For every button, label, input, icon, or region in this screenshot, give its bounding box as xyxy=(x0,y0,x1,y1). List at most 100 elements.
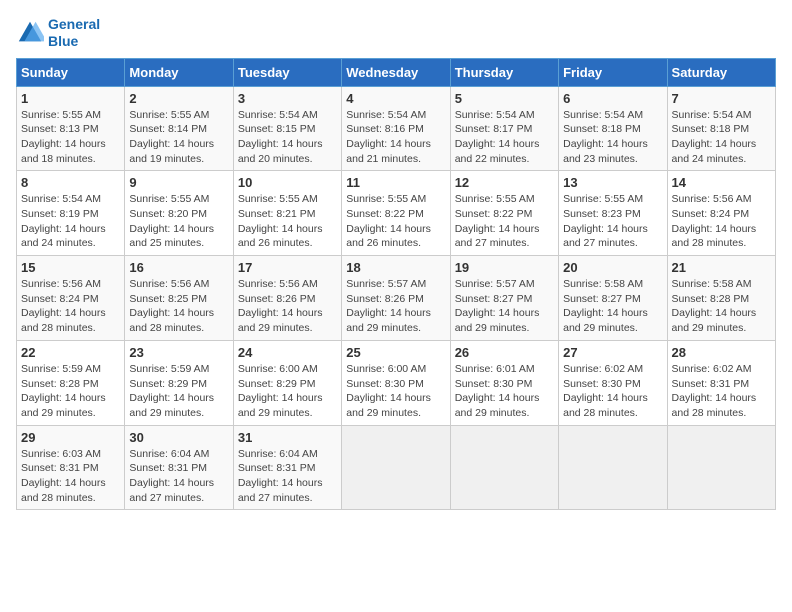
day-info: Sunrise: 5:55 AMSunset: 8:20 PMDaylight:… xyxy=(129,192,228,251)
calendar-cell: 23 Sunrise: 5:59 AMSunset: 8:29 PMDaylig… xyxy=(125,340,233,425)
calendar-cell: 30 Sunrise: 6:04 AMSunset: 8:31 PMDaylig… xyxy=(125,425,233,510)
day-number: 7 xyxy=(672,91,771,106)
calendar-cell: 8 Sunrise: 5:54 AMSunset: 8:19 PMDayligh… xyxy=(17,171,125,256)
day-info: Sunrise: 5:55 AMSunset: 8:13 PMDaylight:… xyxy=(21,108,120,167)
day-number: 14 xyxy=(672,175,771,190)
calendar-week-1: 1 Sunrise: 5:55 AMSunset: 8:13 PMDayligh… xyxy=(17,86,776,171)
calendar-cell: 12 Sunrise: 5:55 AMSunset: 8:22 PMDaylig… xyxy=(450,171,558,256)
day-info: Sunrise: 5:55 AMSunset: 8:22 PMDaylight:… xyxy=(455,192,554,251)
day-number: 28 xyxy=(672,345,771,360)
day-info: Sunrise: 6:00 AMSunset: 8:29 PMDaylight:… xyxy=(238,362,337,421)
calendar-cell: 11 Sunrise: 5:55 AMSunset: 8:22 PMDaylig… xyxy=(342,171,450,256)
day-info: Sunrise: 6:04 AMSunset: 8:31 PMDaylight:… xyxy=(129,447,228,506)
calendar-cell: 20 Sunrise: 5:58 AMSunset: 8:27 PMDaylig… xyxy=(559,256,667,341)
day-info: Sunrise: 6:01 AMSunset: 8:30 PMDaylight:… xyxy=(455,362,554,421)
day-info: Sunrise: 5:54 AMSunset: 8:17 PMDaylight:… xyxy=(455,108,554,167)
calendar-cell: 1 Sunrise: 5:55 AMSunset: 8:13 PMDayligh… xyxy=(17,86,125,171)
day-header-tuesday: Tuesday xyxy=(233,58,341,86)
day-info: Sunrise: 6:00 AMSunset: 8:30 PMDaylight:… xyxy=(346,362,445,421)
calendar-week-4: 22 Sunrise: 5:59 AMSunset: 8:28 PMDaylig… xyxy=(17,340,776,425)
day-info: Sunrise: 5:54 AMSunset: 8:18 PMDaylight:… xyxy=(672,108,771,167)
day-number: 31 xyxy=(238,430,337,445)
calendar-cell: 9 Sunrise: 5:55 AMSunset: 8:20 PMDayligh… xyxy=(125,171,233,256)
day-info: Sunrise: 5:58 AMSunset: 8:27 PMDaylight:… xyxy=(563,277,662,336)
day-info: Sunrise: 5:55 AMSunset: 8:21 PMDaylight:… xyxy=(238,192,337,251)
day-number: 29 xyxy=(21,430,120,445)
calendar-cell: 17 Sunrise: 5:56 AMSunset: 8:26 PMDaylig… xyxy=(233,256,341,341)
day-header-sunday: Sunday xyxy=(17,58,125,86)
calendar-cell: 15 Sunrise: 5:56 AMSunset: 8:24 PMDaylig… xyxy=(17,256,125,341)
logo: General Blue xyxy=(16,16,100,50)
day-info: Sunrise: 6:03 AMSunset: 8:31 PMDaylight:… xyxy=(21,447,120,506)
day-number: 22 xyxy=(21,345,120,360)
calendar-cell: 27 Sunrise: 6:02 AMSunset: 8:30 PMDaylig… xyxy=(559,340,667,425)
day-info: Sunrise: 6:02 AMSunset: 8:30 PMDaylight:… xyxy=(563,362,662,421)
calendar-header-row: SundayMondayTuesdayWednesdayThursdayFrid… xyxy=(17,58,776,86)
day-number: 21 xyxy=(672,260,771,275)
day-header-friday: Friday xyxy=(559,58,667,86)
calendar-cell: 3 Sunrise: 5:54 AMSunset: 8:15 PMDayligh… xyxy=(233,86,341,171)
day-number: 9 xyxy=(129,175,228,190)
day-header-thursday: Thursday xyxy=(450,58,558,86)
calendar-table: SundayMondayTuesdayWednesdayThursdayFrid… xyxy=(16,58,776,511)
day-info: Sunrise: 5:56 AMSunset: 8:24 PMDaylight:… xyxy=(672,192,771,251)
day-number: 10 xyxy=(238,175,337,190)
day-number: 19 xyxy=(455,260,554,275)
day-info: Sunrise: 5:57 AMSunset: 8:27 PMDaylight:… xyxy=(455,277,554,336)
calendar-cell: 31 Sunrise: 6:04 AMSunset: 8:31 PMDaylig… xyxy=(233,425,341,510)
day-info: Sunrise: 5:54 AMSunset: 8:15 PMDaylight:… xyxy=(238,108,337,167)
calendar-cell: 13 Sunrise: 5:55 AMSunset: 8:23 PMDaylig… xyxy=(559,171,667,256)
calendar-cell xyxy=(667,425,775,510)
day-header-wednesday: Wednesday xyxy=(342,58,450,86)
page-header: General Blue xyxy=(16,16,776,50)
calendar-week-2: 8 Sunrise: 5:54 AMSunset: 8:19 PMDayligh… xyxy=(17,171,776,256)
day-info: Sunrise: 5:59 AMSunset: 8:29 PMDaylight:… xyxy=(129,362,228,421)
calendar-cell: 21 Sunrise: 5:58 AMSunset: 8:28 PMDaylig… xyxy=(667,256,775,341)
day-info: Sunrise: 5:55 AMSunset: 8:14 PMDaylight:… xyxy=(129,108,228,167)
day-number: 15 xyxy=(21,260,120,275)
calendar-cell: 2 Sunrise: 5:55 AMSunset: 8:14 PMDayligh… xyxy=(125,86,233,171)
logo-text: General Blue xyxy=(48,16,100,50)
day-number: 20 xyxy=(563,260,662,275)
day-number: 1 xyxy=(21,91,120,106)
day-info: Sunrise: 5:56 AMSunset: 8:26 PMDaylight:… xyxy=(238,277,337,336)
calendar-cell: 7 Sunrise: 5:54 AMSunset: 8:18 PMDayligh… xyxy=(667,86,775,171)
day-info: Sunrise: 5:55 AMSunset: 8:22 PMDaylight:… xyxy=(346,192,445,251)
day-number: 11 xyxy=(346,175,445,190)
day-info: Sunrise: 5:56 AMSunset: 8:25 PMDaylight:… xyxy=(129,277,228,336)
calendar-cell xyxy=(450,425,558,510)
day-number: 30 xyxy=(129,430,228,445)
calendar-cell: 22 Sunrise: 5:59 AMSunset: 8:28 PMDaylig… xyxy=(17,340,125,425)
day-number: 4 xyxy=(346,91,445,106)
calendar-cell xyxy=(559,425,667,510)
calendar-week-5: 29 Sunrise: 6:03 AMSunset: 8:31 PMDaylig… xyxy=(17,425,776,510)
day-info: Sunrise: 5:54 AMSunset: 8:16 PMDaylight:… xyxy=(346,108,445,167)
day-info: Sunrise: 5:57 AMSunset: 8:26 PMDaylight:… xyxy=(346,277,445,336)
day-number: 23 xyxy=(129,345,228,360)
day-number: 26 xyxy=(455,345,554,360)
day-number: 3 xyxy=(238,91,337,106)
calendar-cell: 24 Sunrise: 6:00 AMSunset: 8:29 PMDaylig… xyxy=(233,340,341,425)
calendar-cell: 19 Sunrise: 5:57 AMSunset: 8:27 PMDaylig… xyxy=(450,256,558,341)
calendar-cell: 16 Sunrise: 5:56 AMSunset: 8:25 PMDaylig… xyxy=(125,256,233,341)
calendar-cell: 18 Sunrise: 5:57 AMSunset: 8:26 PMDaylig… xyxy=(342,256,450,341)
calendar-cell: 10 Sunrise: 5:55 AMSunset: 8:21 PMDaylig… xyxy=(233,171,341,256)
calendar-cell: 26 Sunrise: 6:01 AMSunset: 8:30 PMDaylig… xyxy=(450,340,558,425)
day-info: Sunrise: 6:02 AMSunset: 8:31 PMDaylight:… xyxy=(672,362,771,421)
day-number: 8 xyxy=(21,175,120,190)
day-number: 16 xyxy=(129,260,228,275)
calendar-cell: 28 Sunrise: 6:02 AMSunset: 8:31 PMDaylig… xyxy=(667,340,775,425)
day-info: Sunrise: 5:58 AMSunset: 8:28 PMDaylight:… xyxy=(672,277,771,336)
calendar-week-3: 15 Sunrise: 5:56 AMSunset: 8:24 PMDaylig… xyxy=(17,256,776,341)
day-number: 6 xyxy=(563,91,662,106)
day-info: Sunrise: 5:55 AMSunset: 8:23 PMDaylight:… xyxy=(563,192,662,251)
day-info: Sunrise: 5:56 AMSunset: 8:24 PMDaylight:… xyxy=(21,277,120,336)
calendar-cell: 14 Sunrise: 5:56 AMSunset: 8:24 PMDaylig… xyxy=(667,171,775,256)
day-header-monday: Monday xyxy=(125,58,233,86)
calendar-cell xyxy=(342,425,450,510)
day-info: Sunrise: 5:59 AMSunset: 8:28 PMDaylight:… xyxy=(21,362,120,421)
logo-icon xyxy=(16,19,44,47)
day-number: 13 xyxy=(563,175,662,190)
calendar-cell: 4 Sunrise: 5:54 AMSunset: 8:16 PMDayligh… xyxy=(342,86,450,171)
day-info: Sunrise: 5:54 AMSunset: 8:19 PMDaylight:… xyxy=(21,192,120,251)
